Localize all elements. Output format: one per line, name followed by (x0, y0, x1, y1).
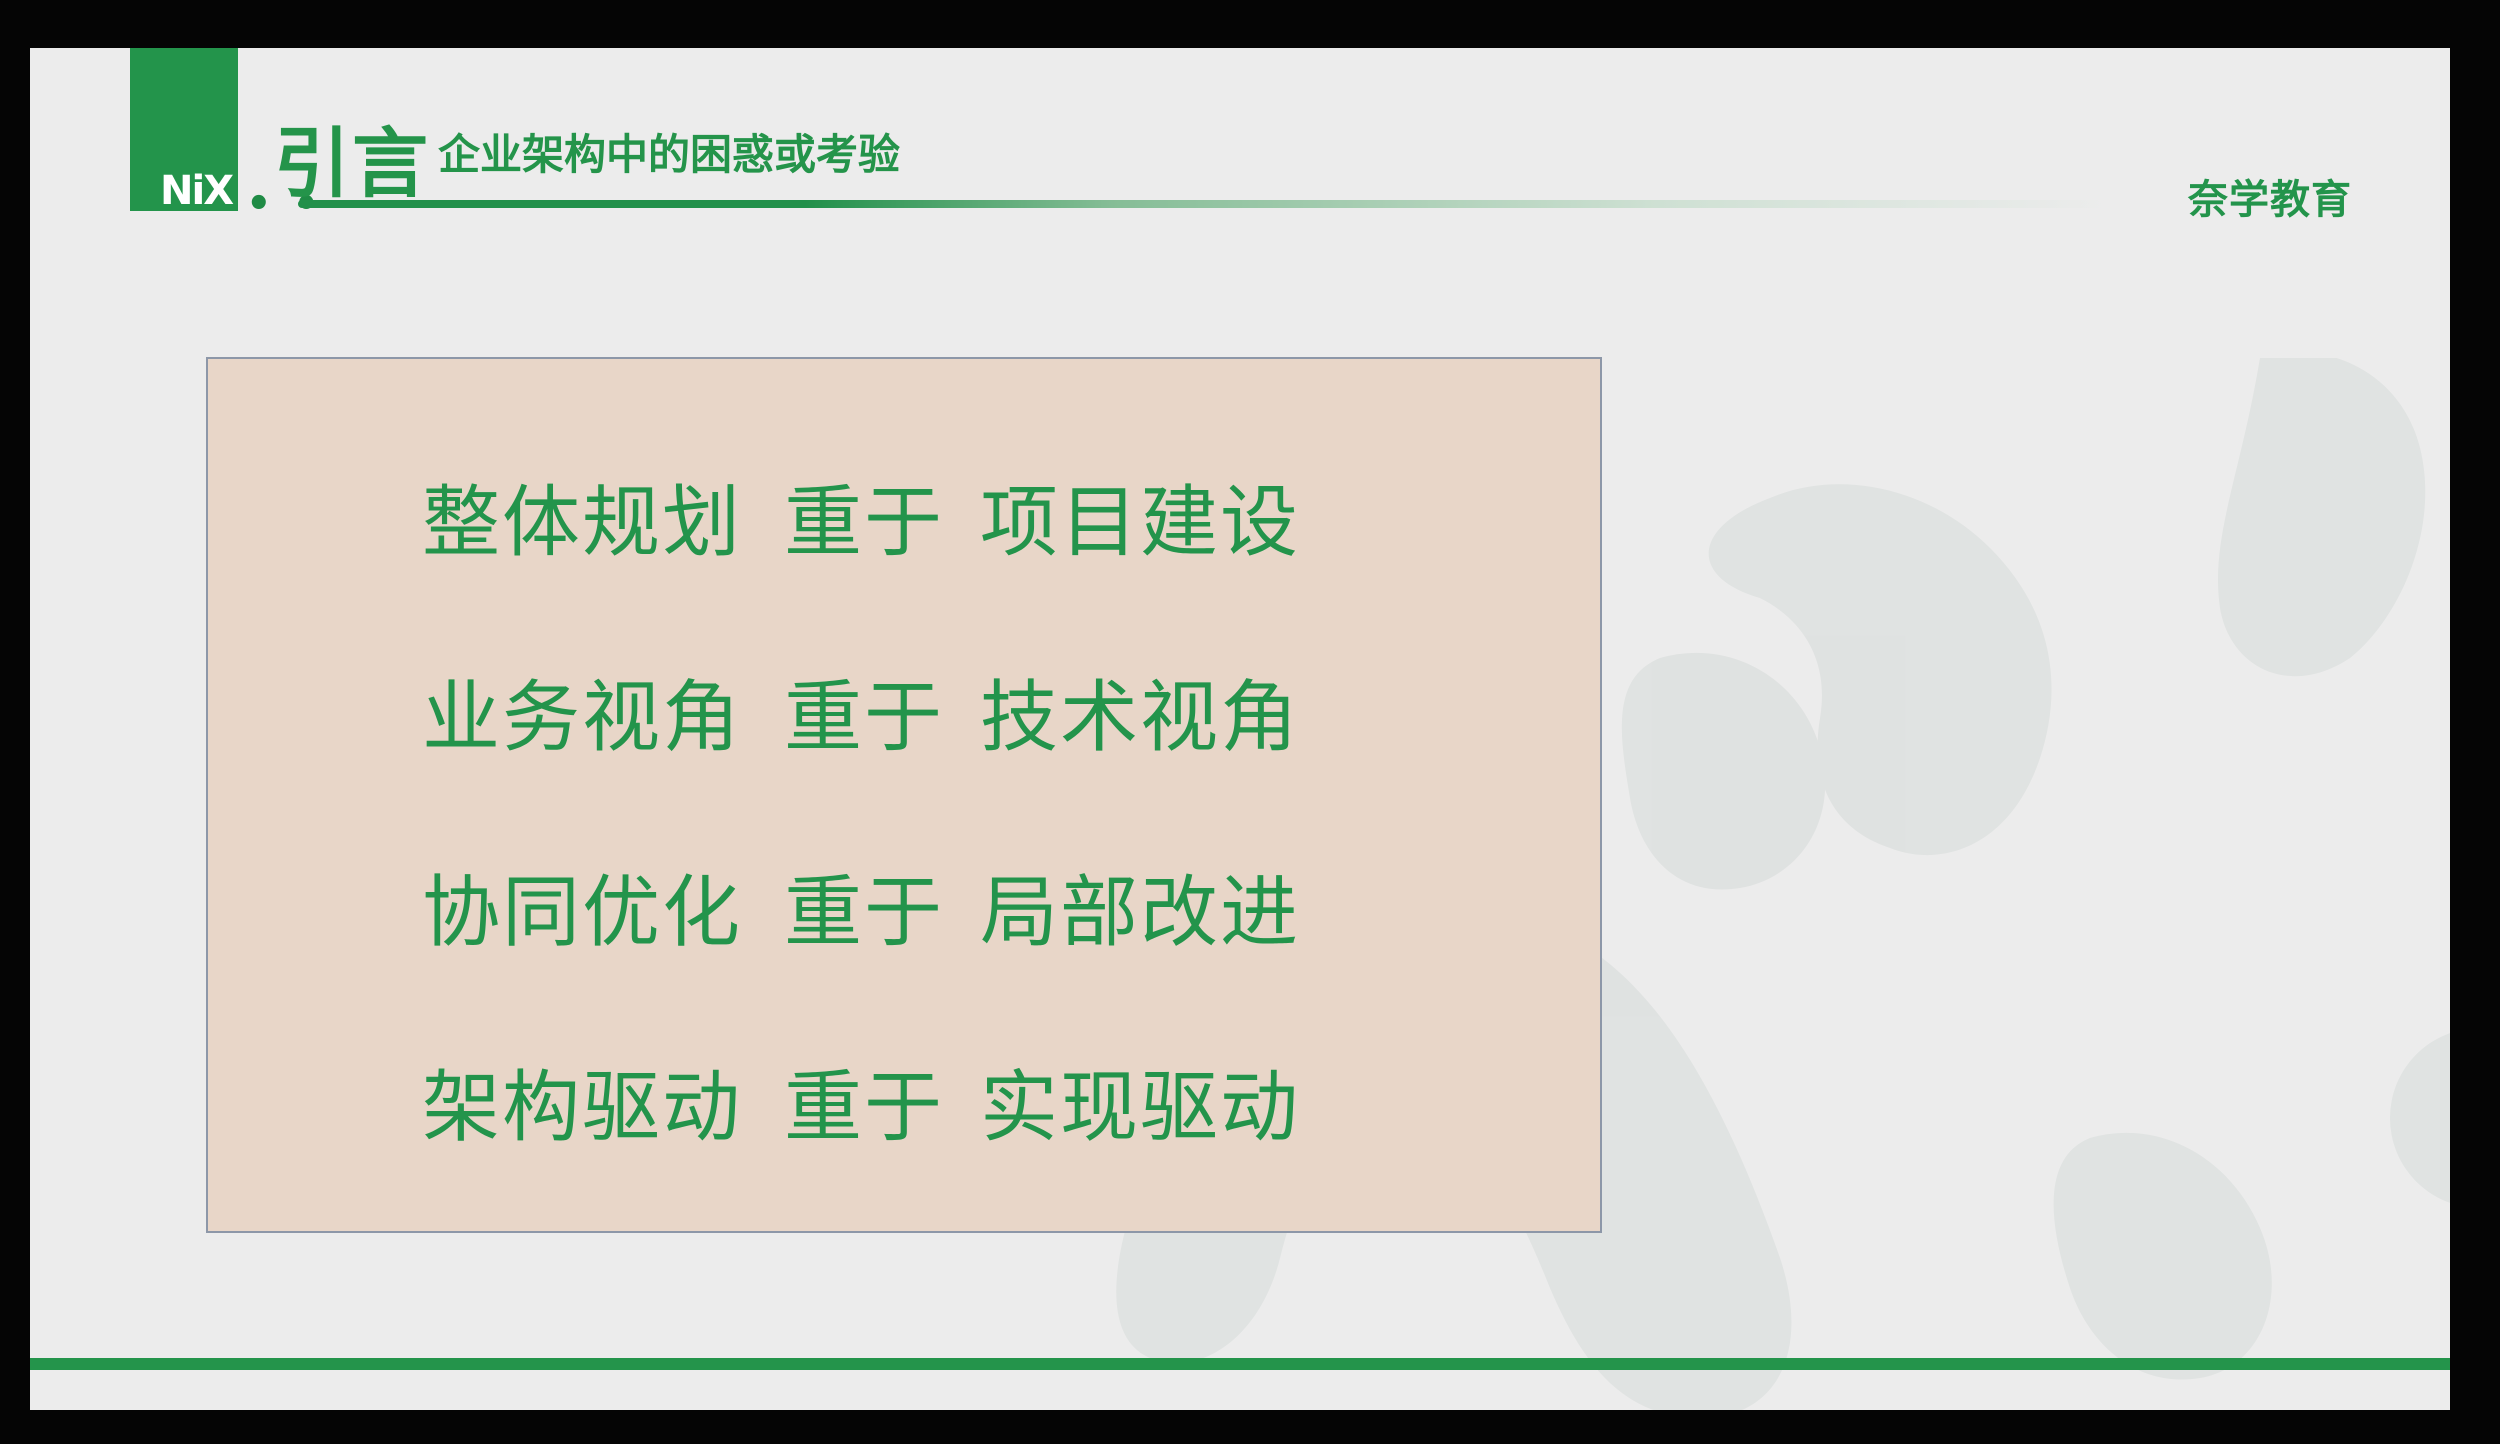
principle-left: 协同优化 (422, 868, 743, 958)
principle-right: 实现驱动 (980, 1063, 1301, 1153)
principle-connector: 重于 (784, 478, 945, 568)
principle-right: 技术视角 (980, 673, 1301, 763)
section-title: 引言 (274, 119, 430, 208)
brand-name: 奈学教育 (2188, 177, 2352, 223)
principle-row: 协同优化 重于 局部改进 (422, 856, 1300, 958)
principle-row: 架构驱动 重于 实现驱动 (422, 1051, 1300, 1153)
slide: NiX • • 引言 企业架构中的困惑或考验 奈学教育 整体规划 重于 项目建设… (30, 48, 2450, 1410)
principle-connector: 重于 (784, 1063, 945, 1153)
presentation-frame: NiX • • 引言 企业架构中的困惑或考验 奈学教育 整体规划 重于 项目建设… (0, 0, 2500, 1444)
principle-left: 业务视角 (422, 673, 743, 763)
principle-left: 整体规划 (422, 478, 743, 568)
principle-right: 局部改进 (980, 868, 1301, 958)
principle-right: 项目建设 (980, 478, 1301, 568)
header-divider (298, 200, 2108, 208)
section-subtitle: 企业架构中的困惑或考验 (438, 130, 901, 179)
principle-row: 整体规划 重于 项目建设 (422, 466, 1300, 568)
principle-connector: 重于 (784, 673, 945, 763)
principle-left: 架构驱动 (422, 1063, 743, 1153)
bottom-accent-bar (30, 1358, 2450, 1370)
principles-box: 整体规划 重于 项目建设 业务视角 重于 技术视角 协同优化 重于 局部改进 架… (206, 357, 1602, 1233)
logo-text: NiX (160, 168, 234, 214)
principle-row: 业务视角 重于 技术视角 (422, 661, 1300, 763)
principle-connector: 重于 (784, 868, 945, 958)
